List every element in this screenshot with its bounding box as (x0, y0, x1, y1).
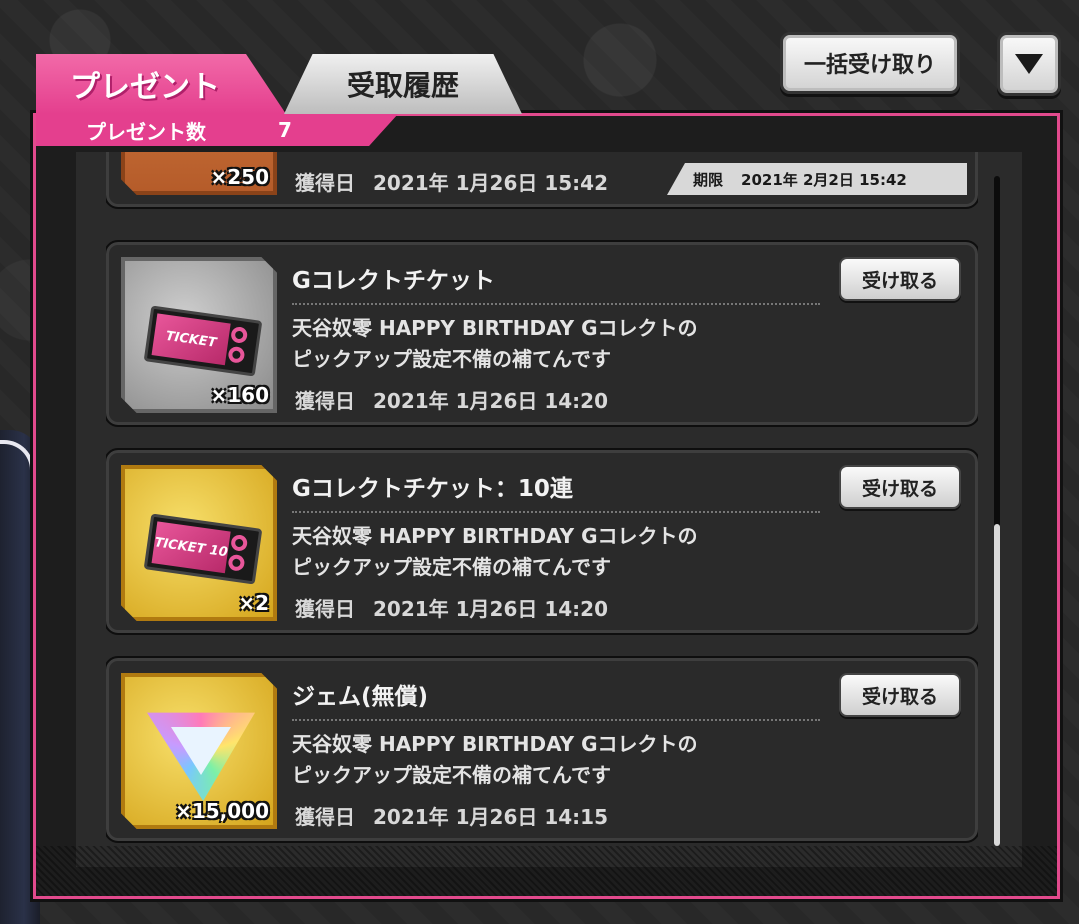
item-thumbnail: TICKET 10 ×2 (121, 465, 277, 621)
acquired-date: 獲得日 2021年 1月26日 14:20 (295, 389, 608, 413)
ticket-icon: TICKET (143, 305, 263, 377)
bulk-receive-button[interactable]: 一括受け取り (780, 32, 960, 94)
triangle-down-icon (1015, 54, 1043, 74)
item-quantity: ×15,000 (175, 799, 269, 823)
divider (292, 719, 820, 721)
present-list-container: ×250 獲得日 2021年 1月26日 15:42 期限 2021年 2月2日… (76, 152, 1022, 867)
acquired-date: 獲得日 2021年 1月26日 14:20 (295, 597, 608, 621)
receive-button[interactable]: 受け取る (839, 465, 961, 509)
list-item: ×15,000 ジェム(無償) 天谷奴零 HAPPY BIRTHDAY Gコレク… (106, 656, 978, 843)
tab-present[interactable]: プレゼント (36, 54, 286, 114)
item-quantity: ×2 (238, 591, 269, 615)
present-count-label: プレゼント数 (86, 119, 206, 144)
list-item: ×250 獲得日 2021年 1月26日 15:42 期限 2021年 2月2日… (106, 152, 978, 209)
item-title: Gコレクトチケット (292, 268, 495, 294)
item-quantity: ×250 (210, 165, 269, 189)
scrollbar[interactable] (994, 176, 1000, 846)
receive-button[interactable]: 受け取る (839, 257, 961, 301)
item-description: 天谷奴零 HAPPY BIRTHDAY Gコレクトの ピックアップ設定不備の補て… (292, 524, 698, 579)
item-quantity: ×160 (210, 383, 269, 407)
tab-history[interactable]: 受取履歴 (284, 54, 522, 114)
item-description: 天谷奴零 HAPPY BIRTHDAY Gコレクトの ピックアップ設定不備の補て… (292, 732, 698, 787)
item-thumbnail: TICKET ×160 (121, 257, 277, 413)
dropdown-menu-button[interactable] (997, 32, 1061, 96)
scrollbar-thumb[interactable] (994, 524, 1000, 846)
item-title: Gコレクトチケット：10連 (292, 476, 573, 502)
present-panel: ×250 獲得日 2021年 1月26日 15:42 期限 2021年 2月2日… (30, 110, 1063, 902)
divider (292, 303, 820, 305)
acquired-date: 獲得日 2021年 1月26日 14:15 (295, 805, 608, 829)
acquired-date: 獲得日 2021年 1月26日 15:42 (295, 171, 608, 195)
item-thumbnail: ×250 (121, 152, 277, 195)
item-title: ジェム(無償) (292, 684, 429, 710)
list-item: TICKET 10 ×2 Gコレクトチケット：10連 天谷奴零 HAPPY BI… (106, 448, 978, 635)
item-thumbnail: ×15,000 (121, 673, 277, 829)
divider (292, 511, 820, 513)
present-count-value: 7 (278, 118, 292, 142)
expiry-badge: 期限 2021年 2月2日 15:42 (667, 163, 967, 195)
item-description: 天谷奴零 HAPPY BIRTHDAY Gコレクトの ピックアップ設定不備の補て… (292, 316, 698, 371)
ticket-10-icon: TICKET 10 (143, 513, 263, 585)
present-count-bar: プレゼント数 7 (36, 114, 398, 146)
present-list[interactable]: ×250 獲得日 2021年 1月26日 15:42 期限 2021年 2月2日… (106, 152, 978, 867)
receive-button[interactable]: 受け取る (839, 673, 961, 717)
list-item: TICKET ×160 Gコレクトチケット 天谷奴零 HAPPY BIRTHDA… (106, 240, 978, 427)
